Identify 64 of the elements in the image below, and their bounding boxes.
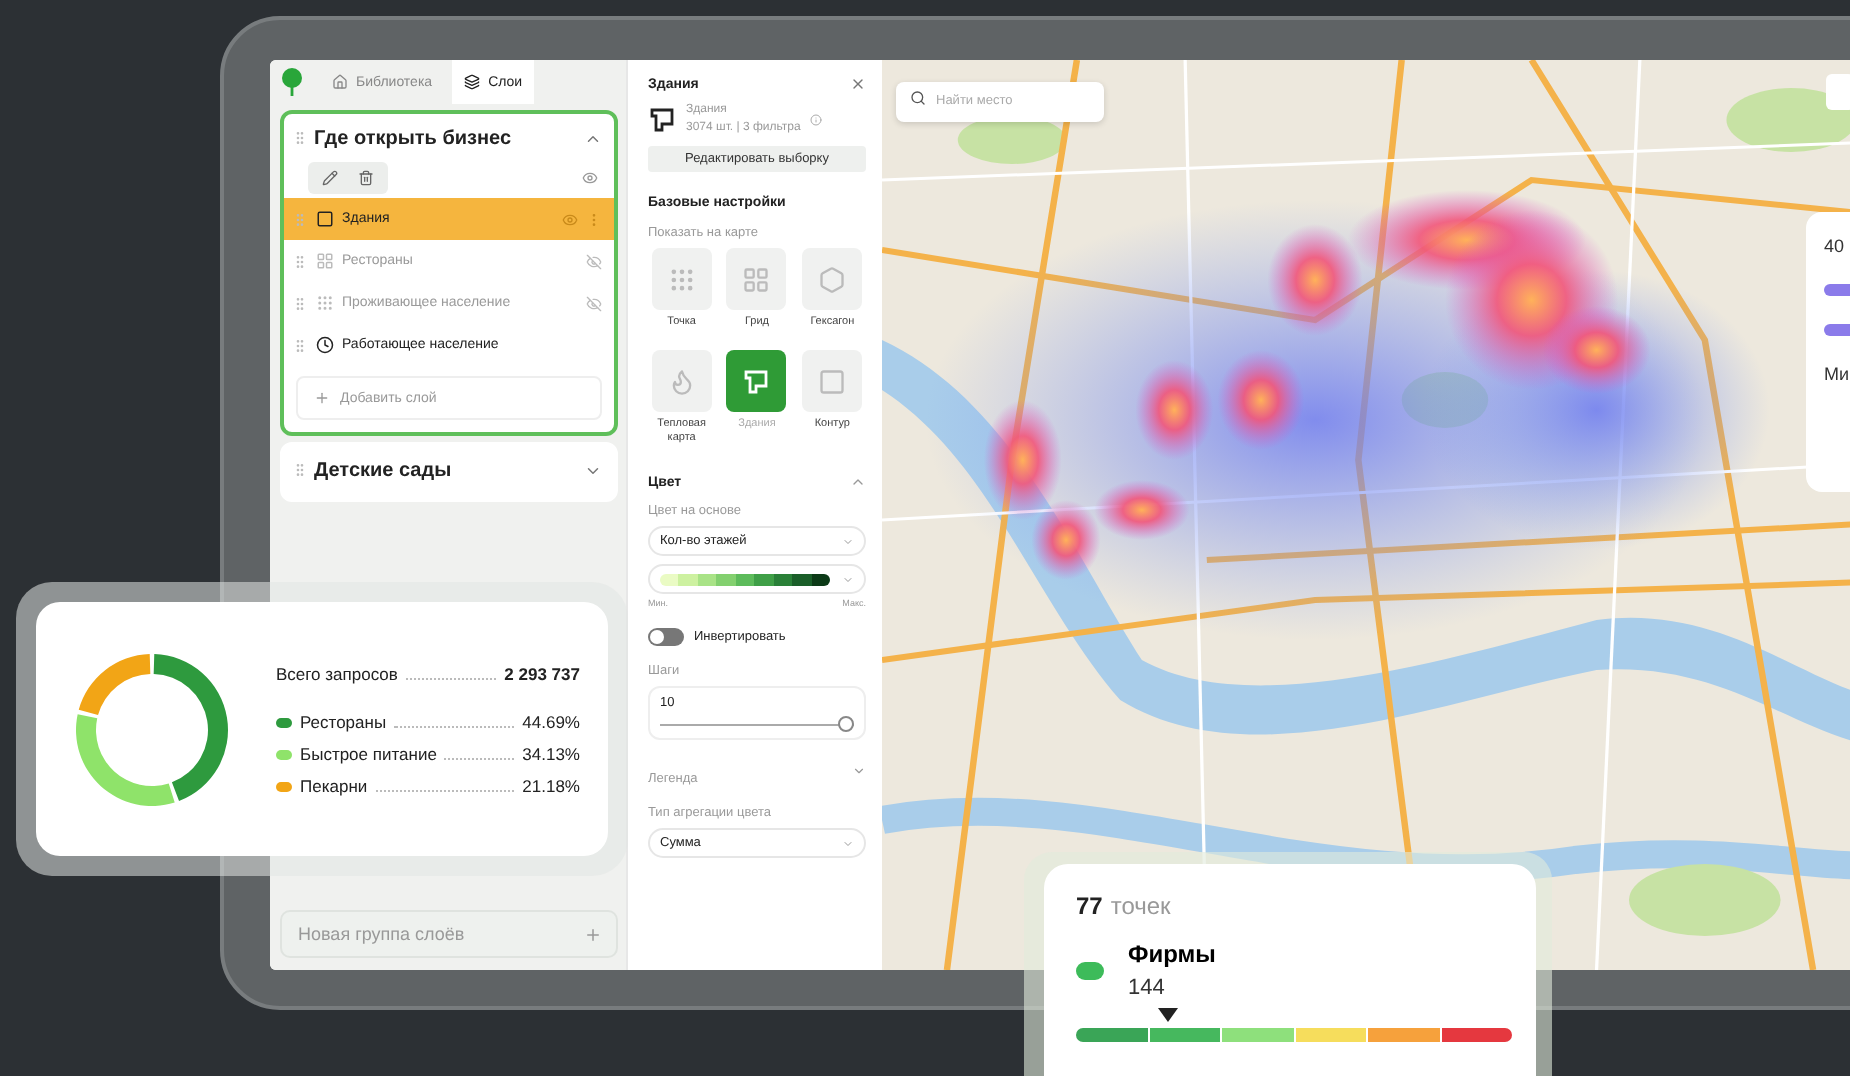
eye-off-icon[interactable] xyxy=(586,253,602,269)
invert-toggle[interactable] xyxy=(648,628,684,646)
plus-icon xyxy=(314,390,330,406)
slider-thumb[interactable] xyxy=(838,716,854,732)
flame-icon xyxy=(667,367,696,395)
grid-icon xyxy=(742,265,771,293)
tree-logo-icon xyxy=(280,68,304,96)
grid-icon xyxy=(316,252,334,270)
dots-icon xyxy=(667,265,696,293)
layers-icon xyxy=(464,74,481,90)
layer-value: 144 xyxy=(1128,976,1167,1000)
legend-label: Пекарни xyxy=(300,775,368,795)
search-icon xyxy=(910,90,926,106)
building-shape-icon xyxy=(648,105,676,133)
side-label: Ми xyxy=(1824,364,1850,384)
plus-icon[interactable] xyxy=(584,926,602,944)
menu-button[interactable] xyxy=(1826,74,1850,110)
drag-handle-icon[interactable] xyxy=(292,253,308,269)
edit-icon[interactable] xyxy=(322,170,338,186)
side-value: 40 xyxy=(1824,236,1847,256)
chevron-up-icon[interactable] xyxy=(850,474,866,490)
chevron-down-icon xyxy=(842,837,854,849)
home-icon xyxy=(332,74,348,90)
display-type-tile[interactable] xyxy=(651,248,712,310)
building-shape-icon xyxy=(742,367,771,395)
trash-icon[interactable] xyxy=(358,170,374,186)
chevron-down-icon xyxy=(842,573,854,585)
display-type-tile[interactable] xyxy=(802,248,863,310)
total-label: Всего запросов xyxy=(276,663,398,683)
group-title: Где открыть бизнес xyxy=(314,127,514,149)
drag-handle-icon[interactable] xyxy=(292,130,308,146)
chevron-down-icon xyxy=(842,535,854,547)
drag-handle-icon[interactable] xyxy=(292,337,308,353)
legend-label: Рестораны xyxy=(300,711,387,731)
layer-name: Фирмы xyxy=(1128,940,1216,968)
building-icon xyxy=(316,210,334,228)
clock-icon xyxy=(316,336,334,354)
close-icon[interactable] xyxy=(850,76,866,92)
legend-value: 21.18% xyxy=(522,775,580,795)
points-count: 77 xyxy=(1076,892,1103,920)
display-type-tile[interactable] xyxy=(726,350,787,412)
drag-handle-icon[interactable] xyxy=(292,295,308,311)
new-group-field[interactable]: Новая группа слоёв xyxy=(280,910,618,958)
display-type-tile[interactable] xyxy=(651,350,712,412)
legend-label: Быстрое питание xyxy=(300,743,437,763)
palette-select[interactable] xyxy=(648,564,866,594)
points-label: точек xyxy=(1110,892,1171,920)
legend-value: 44.69% xyxy=(522,711,580,731)
legend-value: 34.13% xyxy=(522,743,580,763)
eye-icon[interactable] xyxy=(562,211,578,227)
hexagon-icon xyxy=(818,265,847,293)
eye-off-icon[interactable] xyxy=(586,295,602,311)
drag-handle-icon[interactable] xyxy=(292,211,308,227)
display-type-tile[interactable] xyxy=(726,248,787,310)
drag-handle-icon[interactable] xyxy=(292,462,308,478)
eye-icon[interactable] xyxy=(582,170,598,186)
group-title: Детские сады xyxy=(314,459,454,481)
chevron-down-icon[interactable] xyxy=(852,764,866,778)
steps-slider-track[interactable] xyxy=(660,718,854,730)
contour-icon xyxy=(818,367,847,395)
display-type-tile[interactable] xyxy=(802,350,863,412)
info-icon[interactable] xyxy=(810,113,823,125)
dots-icon xyxy=(316,294,334,312)
total-value: 2 293 737 xyxy=(504,663,580,683)
